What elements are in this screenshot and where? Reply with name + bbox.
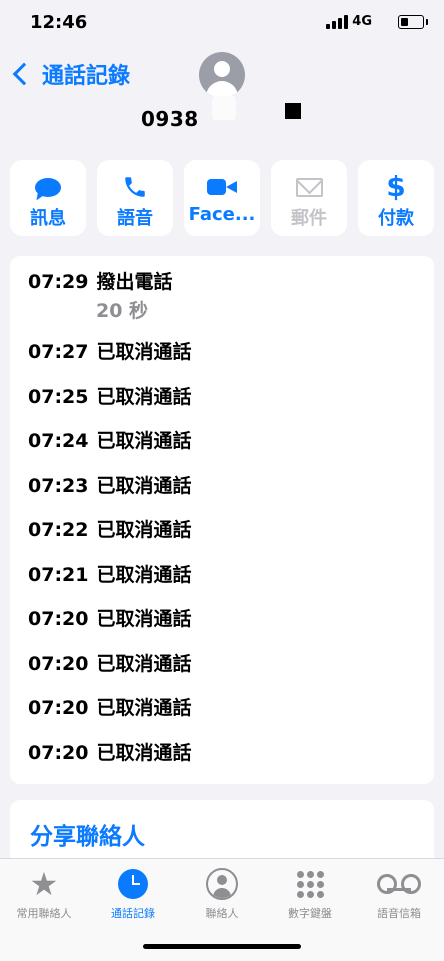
chevron-left-icon [12, 62, 36, 86]
call-status: 已取消通話 [96, 475, 192, 497]
call-time: 07:27 [28, 341, 89, 363]
facetime-label: Face... [188, 204, 256, 225]
tab-label: 常用聯絡人 [16, 907, 72, 920]
call-log-row: 07:24 已取消通話 [28, 426, 192, 453]
call-log-row: 07:20 已取消通話 [28, 604, 192, 631]
phone-number: 0938 [141, 107, 199, 131]
call-status: 已取消通話 [96, 608, 192, 630]
pay-label: 付款 [378, 208, 414, 229]
redaction-blur [212, 96, 236, 120]
tab-label: 數字鍵盤 [288, 907, 332, 920]
signal-icon [326, 15, 348, 29]
back-button[interactable]: 通話記錄 [10, 58, 130, 90]
voice-call-button[interactable]: 語音 [97, 160, 173, 236]
share-contact-label: 分享聯絡人 [30, 824, 145, 850]
tab-keypad[interactable]: 數字鍵盤 [266, 867, 354, 921]
call-time: 07:20 [28, 608, 89, 630]
mail-label: 郵件 [291, 208, 327, 229]
call-status: 已取消通話 [96, 341, 192, 363]
call-status: 已取消通話 [96, 653, 192, 675]
dollar-icon: $ [386, 170, 406, 203]
call-log-list: 07:29 撥出電話 20 秒 07:27 已取消通話 07:25 已取消通話 07:… [10, 256, 434, 784]
call-log-row: 07:20 已取消通話 [28, 693, 192, 720]
call-status: 已取消通話 [96, 519, 192, 541]
call-log-row: 07:27 已取消通話 [28, 337, 192, 364]
message-button[interactable]: 訊息 [10, 160, 86, 236]
status-bar: 12:46 4G [0, 0, 444, 46]
tab-label: 語音信箱 [377, 907, 421, 920]
call-status: 已取消通話 [96, 697, 192, 719]
call-time: 07:22 [28, 519, 89, 541]
voice-call-label: 語音 [117, 208, 153, 229]
call-log-row: 07:25 已取消通話 [28, 382, 192, 409]
contact-avatar-icon [199, 52, 245, 98]
call-status: 已取消通話 [96, 564, 192, 586]
back-label: 通話記錄 [42, 64, 131, 89]
call-log-row: 07:21 已取消通話 [28, 560, 192, 587]
tab-favorites[interactable]: ★ 常用聯絡人 [0, 867, 88, 921]
message-bubble-icon [35, 177, 61, 197]
call-time: 07:23 [28, 475, 89, 497]
action-buttons: 訊息 語音 Face... 郵件 $ 付款 [10, 160, 434, 236]
call-log-row: 07:29 撥出電話 [28, 267, 173, 294]
call-time: 07:21 [28, 564, 89, 586]
person-circle-icon [206, 868, 238, 900]
tab-label: 通話記錄 [111, 907, 155, 920]
pay-button[interactable]: $ 付款 [358, 160, 434, 236]
call-time: 07:25 [28, 386, 89, 408]
phone-icon [125, 177, 145, 197]
call-status: 已取消通話 [96, 386, 192, 408]
call-status: 撥出電話 [96, 271, 173, 293]
call-status: 已取消通話 [96, 742, 192, 764]
tab-label: 聯絡人 [205, 907, 239, 920]
call-log-row: 07:22 已取消通話 [28, 515, 192, 542]
star-icon: ★ [29, 865, 59, 903]
voicemail-icon [377, 874, 421, 894]
facetime-button[interactable]: Face... [184, 160, 260, 236]
redaction-block [285, 103, 301, 119]
battery-icon [398, 15, 428, 29]
tab-contacts[interactable]: 聯絡人 [178, 867, 266, 921]
video-camera-icon [207, 178, 237, 196]
call-time: 07:20 [28, 697, 89, 719]
home-indicator [143, 944, 301, 949]
tab-voicemail[interactable]: 語音信箱 [355, 867, 443, 921]
call-duration: 20 秒 [96, 300, 149, 322]
call-time: 07:24 [28, 430, 89, 452]
call-time: 07:20 [28, 653, 89, 675]
call-time: 07:20 [28, 742, 89, 764]
call-log-row: 07:20 已取消通話 [28, 649, 192, 676]
call-log-row: 07:20 已取消通話 [28, 738, 192, 765]
clock-icon [118, 869, 148, 899]
tab-recents[interactable]: 通話記錄 [89, 867, 177, 921]
call-log-row: 07:23 已取消通話 [28, 471, 192, 498]
status-time: 12:46 [30, 12, 88, 33]
network-type: 4G [352, 14, 372, 29]
message-label: 訊息 [30, 208, 66, 229]
keypad-icon [296, 870, 324, 898]
mail-button[interactable]: 郵件 [271, 160, 347, 236]
call-status: 已取消通話 [96, 430, 192, 452]
call-time: 07:29 [28, 271, 89, 293]
envelope-icon [295, 177, 323, 197]
